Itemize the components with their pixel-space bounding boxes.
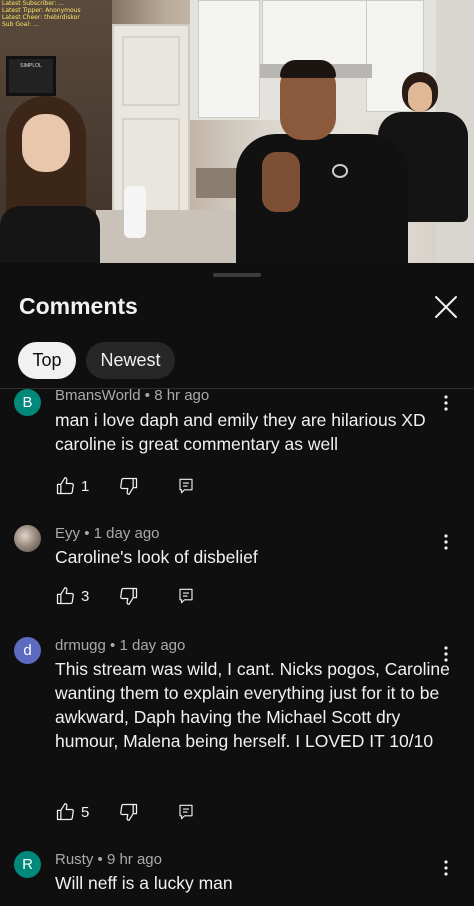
- meta-separator: •: [144, 387, 151, 404]
- comment-actions: 5: [55, 800, 255, 824]
- comment-meta: Eyy • 1 day ago: [55, 525, 160, 542]
- video-tv-sign: SIMPLOL: [6, 56, 56, 96]
- overlay-line: Latest Cheer: thebirdiskor: [2, 14, 80, 21]
- reply-comment-icon: [179, 588, 193, 604]
- comment-text: man i love daph and emily they are hilar…: [55, 410, 426, 454]
- video-tv-text: SIMPLOL: [20, 63, 42, 69]
- comment-author[interactable]: BmansWorld: [55, 387, 141, 404]
- reply-button[interactable]: [177, 800, 199, 824]
- comment-text: Caroline's look of disbelief: [55, 547, 258, 567]
- comment-author[interactable]: Rusty: [55, 851, 93, 868]
- close-button[interactable]: [430, 291, 462, 323]
- comment-text: Will neff is a lucky man: [55, 873, 233, 893]
- comment-actions: 1: [55, 474, 255, 498]
- comment-actions: 3: [55, 584, 255, 608]
- like-count: 5: [81, 803, 90, 821]
- video-person-left: [0, 96, 100, 263]
- video-person-center: [236, 60, 408, 263]
- overlay-line: Latest Subscriber: ...: [2, 0, 64, 7]
- comment-time: 9 hr ago: [106, 851, 162, 868]
- filter-chip-top[interactable]: Top: [18, 342, 76, 379]
- thumbs-up-icon: [56, 803, 74, 821]
- comment-more-button[interactable]: [436, 391, 456, 415]
- thumbs-up-icon: [56, 477, 74, 495]
- more-vertical-icon: [444, 534, 448, 550]
- filter-chip-newest[interactable]: Newest: [86, 342, 175, 379]
- reply-button[interactable]: [177, 584, 199, 608]
- meta-separator: •: [97, 851, 103, 868]
- like-button[interactable]: 5: [55, 800, 89, 824]
- thumbs-down-icon: [120, 477, 138, 495]
- more-vertical-icon: [444, 860, 448, 876]
- thumbs-up-icon: [56, 587, 74, 605]
- meta-separator: •: [84, 525, 90, 542]
- comment-meta: drmugg • 1 day ago: [55, 637, 185, 654]
- avatar[interactable]: R: [14, 851, 41, 878]
- comment-time: 1 day ago: [119, 637, 186, 654]
- video-bottle: [124, 186, 146, 238]
- comment-author[interactable]: Eyy: [55, 525, 80, 542]
- like-button[interactable]: 3: [55, 584, 89, 608]
- comment-author[interactable]: drmugg: [55, 637, 106, 654]
- overlay-line: Sub Goal: ...: [2, 21, 39, 28]
- reply-comment-icon: [179, 478, 193, 494]
- thumbs-down-icon: [120, 587, 138, 605]
- reply-comment-icon: [179, 804, 193, 820]
- video-cabinet: [262, 0, 372, 66]
- comments-sheet: Comments Top Newest B BmansWorld • 8 hr …: [0, 263, 474, 906]
- comment-meta: Rusty • 9 hr ago: [55, 851, 162, 868]
- video-player[interactable]: SIMPLOL Latest Subscriber: ... Latest Ti…: [0, 0, 474, 263]
- like-count: 1: [81, 477, 90, 495]
- like-count: 3: [81, 587, 90, 605]
- meta-separator: •: [110, 637, 116, 654]
- avatar[interactable]: d: [14, 637, 41, 664]
- avatar-letter: B: [22, 394, 33, 411]
- like-button[interactable]: 1: [55, 474, 89, 498]
- sheet-title: Comments: [19, 293, 138, 319]
- comment-text: This stream was wild, I cant. Nicks pogo…: [55, 659, 450, 751]
- close-icon: [435, 296, 457, 318]
- avatar[interactable]: B: [14, 389, 41, 416]
- video-door-panel: [122, 36, 180, 106]
- more-vertical-icon: [444, 646, 448, 662]
- avatar-letter: R: [22, 856, 33, 873]
- comment-more-button[interactable]: [436, 642, 456, 666]
- comment-time: 8 hr ago: [154, 387, 210, 404]
- comment-time: 1 day ago: [93, 525, 160, 542]
- dislike-button[interactable]: [119, 474, 141, 498]
- comment-meta: BmansWorld • 8 hr ago: [55, 387, 209, 404]
- dislike-button[interactable]: [119, 800, 141, 824]
- thumbs-down-icon: [120, 803, 138, 821]
- overlay-line: Latest Tipper: Anonymous: [2, 7, 81, 14]
- reply-button[interactable]: [177, 474, 199, 498]
- dislike-button[interactable]: [119, 584, 141, 608]
- comment-more-button[interactable]: [436, 530, 456, 554]
- drag-handle[interactable]: [213, 273, 261, 277]
- more-vertical-icon: [444, 395, 448, 411]
- avatar[interactable]: [14, 525, 41, 552]
- avatar-letter: d: [23, 642, 32, 659]
- stream-overlay-text: Latest Subscriber: ... Latest Tipper: An…: [2, 0, 81, 28]
- comment-more-button[interactable]: [436, 856, 456, 880]
